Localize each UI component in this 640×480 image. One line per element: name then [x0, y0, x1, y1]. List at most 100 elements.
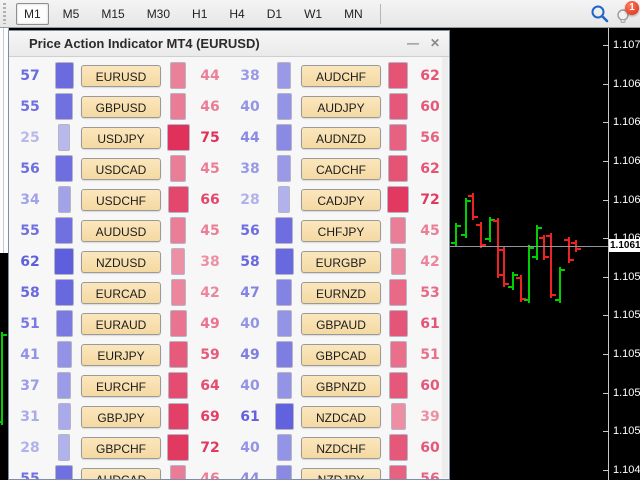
- bull-strength-bar: [55, 310, 73, 337]
- pair-button-eurcad[interactable]: EURCAD: [81, 281, 161, 304]
- pair-row-usdcad: 56 USDCAD 45: [9, 153, 229, 184]
- ohlc-bar-down: [499, 247, 509, 287]
- bull-strength-value: 56: [20, 160, 40, 177]
- pair-row-cadchf: 38 CADCHF 62: [229, 153, 449, 184]
- pair-row-gbpnzd: 40 GBPNZD 60: [229, 370, 449, 401]
- pair-button-eurusd[interactable]: EURUSD: [81, 64, 161, 87]
- pair-button-cadjpy[interactable]: CADJPY: [301, 188, 381, 211]
- pair-button-audnzd[interactable]: AUDNZD: [301, 126, 381, 149]
- pair-row-eurchf: 37 EURCHF 64: [9, 370, 229, 401]
- pair-button-nzdjpy[interactable]: NZDJPY: [301, 467, 381, 479]
- pair-row-audnzd: 44 AUDNZD 56: [229, 122, 449, 153]
- pair-button-cadchf[interactable]: CADCHF: [301, 157, 381, 180]
- bull-strength-bar: [57, 403, 71, 430]
- bull-strength-value: 40: [240, 315, 260, 332]
- bull-strength-value: 31: [20, 408, 40, 425]
- close-icon[interactable]: ✕: [427, 36, 443, 52]
- axis-price-label: 1.10635: [613, 193, 640, 206]
- timeframe-button-w1[interactable]: W1: [296, 3, 330, 25]
- bull-strength-value: 58: [20, 284, 40, 301]
- bear-strength-bar: [390, 248, 406, 275]
- pair-button-euraud[interactable]: EURAUD: [81, 312, 161, 335]
- bull-strength-bar: [276, 372, 292, 399]
- pair-button-gbpchf[interactable]: GBPCHF: [81, 436, 161, 459]
- pair-button-audchf[interactable]: AUDCHF: [301, 64, 381, 87]
- timeframe-button-m15[interactable]: M15: [93, 3, 132, 25]
- pair-row-cadjpy: 28 CADJPY 72: [229, 184, 449, 215]
- toolbar-grip[interactable]: [2, 3, 9, 24]
- pair-row-audjpy: 40 AUDJPY 60: [229, 91, 449, 122]
- search-icon[interactable]: [589, 3, 611, 25]
- timeframe-button-h4[interactable]: H4: [221, 3, 252, 25]
- pair-button-eurgbp[interactable]: EURGBP: [301, 250, 381, 273]
- pair-button-nzdusd[interactable]: NZDUSD: [81, 250, 161, 273]
- bull-strength-bar: [54, 62, 74, 89]
- ohlc-bar-up: [555, 267, 565, 303]
- bear-strength-bar: [388, 434, 408, 461]
- timeframe-button-d1[interactable]: D1: [259, 3, 290, 25]
- bull-strength-bar: [57, 372, 71, 399]
- axis-tick: [603, 276, 608, 278]
- timeframe-button-m5[interactable]: M5: [55, 3, 88, 25]
- bear-strength-bar: [389, 279, 407, 306]
- bull-strength-bar: [58, 434, 70, 461]
- timeframe-button-h1[interactable]: H1: [184, 3, 215, 25]
- pair-button-gbpcad[interactable]: GBPCAD: [301, 343, 381, 366]
- bear-strength-value: 64: [200, 377, 220, 394]
- ohlc-bar-up: [485, 217, 495, 242]
- ohlc-bar-up: [532, 225, 542, 260]
- bull-strength-bar: [54, 279, 74, 306]
- pair-row-euraud: 51 EURAUD 49: [9, 308, 229, 339]
- bear-strength-value: 49: [200, 315, 220, 332]
- bear-strength-value: 44: [200, 67, 220, 84]
- ohlc-bar-up: [524, 245, 534, 303]
- bear-strength-value: 46: [200, 470, 220, 480]
- axis-price-label: 1.10595: [613, 270, 640, 283]
- panel-scrollbar[interactable]: [442, 57, 448, 478]
- pair-button-audjpy[interactable]: AUDJPY: [301, 95, 381, 118]
- notification-badge[interactable]: 1: [625, 0, 639, 15]
- bull-strength-value: 47: [240, 284, 260, 301]
- timeframe-button-mn[interactable]: MN: [336, 3, 371, 25]
- toolbar-separator: [379, 3, 381, 24]
- pair-button-gbpusd[interactable]: GBPUSD: [81, 95, 161, 118]
- pair-row-gbpjpy: 31 GBPJPY 69: [9, 401, 229, 432]
- pair-button-gbpjpy[interactable]: GBPJPY: [81, 405, 161, 428]
- bear-strength-bar: [170, 279, 186, 306]
- pair-button-audusd[interactable]: AUDUSD: [81, 219, 161, 242]
- pair-button-chfjpy[interactable]: CHFJPY: [301, 219, 381, 242]
- pair-button-nzdchf[interactable]: NZDCHF: [301, 436, 381, 459]
- bull-strength-bar: [274, 248, 294, 275]
- bull-strength-value: 55: [20, 470, 40, 480]
- timeframe-button-m30[interactable]: M30: [139, 3, 178, 25]
- pair-button-gbpnzd[interactable]: GBPNZD: [301, 374, 381, 397]
- bull-strength-value: 51: [20, 315, 40, 332]
- bear-strength-bar: [388, 62, 408, 89]
- pair-button-audcad[interactable]: AUDCAD: [81, 467, 161, 479]
- bear-strength-bar: [167, 434, 189, 461]
- pair-row-eurnzd: 47 EURNZD 53: [229, 277, 449, 308]
- bear-strength-bar: [389, 341, 407, 368]
- notifications-icon[interactable]: 1: [614, 0, 639, 25]
- pair-row-gbpaud: 40 GBPAUD 61: [229, 308, 449, 339]
- pair-button-eurnzd[interactable]: EURNZD: [301, 281, 381, 304]
- axis-price-label: 1.10675: [613, 116, 640, 129]
- axis-price-label: 1.10535: [613, 386, 640, 399]
- pair-button-eurjpy[interactable]: EURJPY: [81, 343, 161, 366]
- pair-button-usdjpy[interactable]: USDJPY: [81, 126, 161, 149]
- pair-button-nzdcad[interactable]: NZDCAD: [301, 405, 381, 428]
- bear-strength-value: 72: [200, 439, 220, 456]
- bear-strength-bar: [168, 372, 188, 399]
- pair-button-gbpaud[interactable]: GBPAUD: [301, 312, 381, 335]
- pair-button-eurchf[interactable]: EURCHF: [81, 374, 161, 397]
- bear-strength-bar: [390, 217, 406, 244]
- bear-strength-bar: [389, 124, 407, 151]
- bull-strength-value: 37: [20, 377, 40, 394]
- bear-strength-bar: [170, 62, 186, 89]
- pair-button-usdchf[interactable]: USDCHF: [81, 188, 161, 211]
- minimize-button[interactable]: —: [405, 36, 421, 52]
- pair-button-usdcad[interactable]: USDCAD: [81, 157, 161, 180]
- timeframe-button-m1[interactable]: M1: [16, 2, 49, 25]
- panel-titlebar[interactable]: Price Action Indicator MT4 (EURUSD) — ✕: [9, 31, 449, 57]
- bear-strength-bar: [171, 248, 185, 275]
